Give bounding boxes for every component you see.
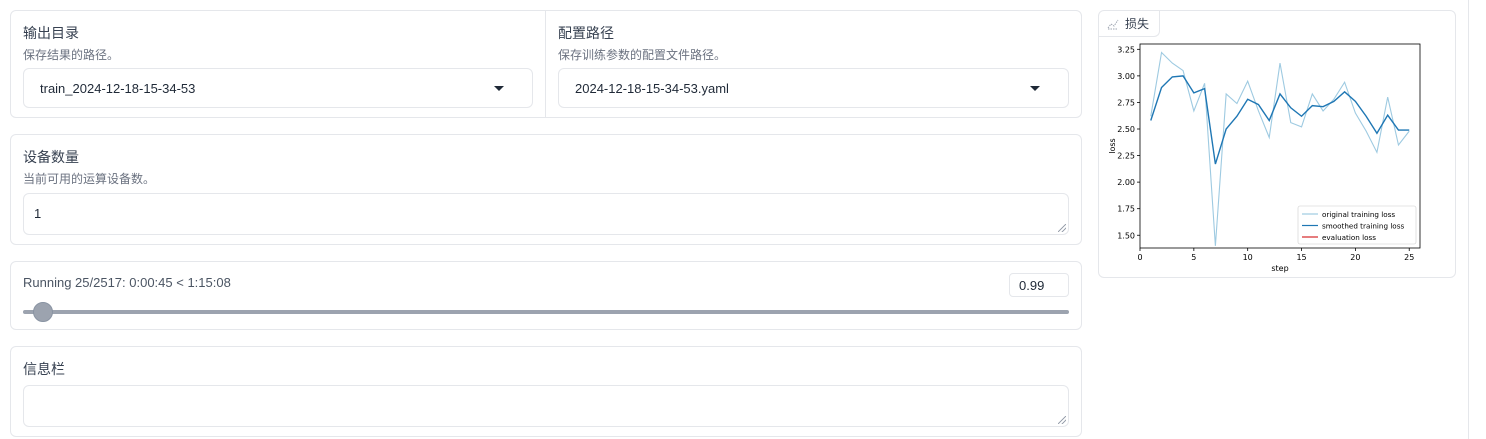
device-count-group: 设备数量 当前可用的运算设备数。 1 (10, 134, 1082, 245)
legend-entry: evaluation loss (1322, 233, 1376, 242)
y-axis-label: loss (1108, 138, 1117, 153)
config-path-info: 保存训练参数的配置文件路径。 (558, 48, 727, 62)
config-path-group: 配置路径 保存训练参数的配置文件路径。 2024-12-18-15-34-53.… (546, 11, 1081, 117)
output-dir-dropdown[interactable]: train_2024-12-18-15-34-53 (23, 68, 533, 108)
y-tick-label: 2.50 (1117, 125, 1135, 134)
x-tick-label: 20 (1350, 253, 1360, 262)
loss-chart: 0 5 10 15 20 25 1.50 1.75 2.00 2.25 2.50 2.75 3.00 3.… (1108, 43, 1421, 273)
device-count-field[interactable]: 1 (23, 193, 1069, 235)
info-box-field[interactable] (23, 385, 1069, 427)
config-path-dropdown[interactable]: 2024-12-18-15-34-53.yaml (558, 68, 1069, 108)
x-tick-label: 25 (1404, 253, 1414, 262)
plot-tab-label: 损失 (1125, 17, 1150, 31)
y-tick-label: 2.25 (1117, 152, 1135, 161)
y-tick-label: 3.00 (1117, 72, 1135, 81)
loss-plot-panel: 损失 0 5 10 15 20 25 1.50 1.75 2.00 2.25 2.50 2.75 3.0… (1098, 10, 1456, 278)
device-count-label: 设备数量 (23, 149, 79, 165)
y-tick-label: 1.50 (1117, 231, 1135, 240)
info-box-group: 信息栏 (10, 346, 1082, 437)
y-tick-label: 2.75 (1117, 98, 1135, 107)
progress-group: Running 25/2517: 0:00:45 < 1:15:08 0.99 (10, 261, 1082, 330)
y-tick-label: 3.25 (1117, 45, 1135, 54)
config-path-label: 配置路径 (558, 25, 614, 41)
progress-slider[interactable] (23, 302, 1069, 322)
resize-handle-icon[interactable] (1058, 416, 1066, 424)
progress-status-text: Running 25/2517: 0:00:45 < 1:15:08 (23, 275, 231, 290)
x-tick-label: 5 (1191, 253, 1196, 262)
x-tick-label: 10 (1243, 253, 1253, 262)
info-box-label: 信息栏 (23, 361, 65, 377)
output-dir-label: 输出目录 (23, 25, 79, 41)
x-axis-label: step (1271, 264, 1288, 273)
device-count-value: 1 (34, 206, 42, 221)
legend-entry: original training loss (1322, 210, 1395, 219)
slider-thumb[interactable] (33, 302, 54, 322)
config-path-value: 2024-12-18-15-34-53.yaml (575, 80, 729, 96)
chevron-down-icon (494, 85, 504, 91)
scrollbar-edge (1468, 0, 1469, 439)
x-tick-label: 0 (1137, 253, 1142, 262)
output-dir-info: 保存结果的路径。 (23, 48, 120, 62)
y-tick-label: 1.75 (1117, 205, 1135, 214)
path-settings-row: 输出目录 保存结果的路径。 train_2024-12-18-15-34-53 … (10, 10, 1082, 118)
resize-handle-icon[interactable] (1058, 224, 1066, 232)
output-dir-value: train_2024-12-18-15-34-53 (40, 80, 196, 96)
y-tick-label: 2.00 (1117, 178, 1135, 187)
progress-value-input[interactable]: 0.99 (1009, 273, 1069, 297)
legend-entry: smoothed training loss (1322, 222, 1404, 231)
chart-icon (1107, 19, 1119, 29)
device-count-info: 当前可用的运算设备数。 (23, 172, 156, 186)
output-dir-group: 输出目录 保存结果的路径。 train_2024-12-18-15-34-53 (11, 11, 546, 117)
chevron-down-icon (1030, 85, 1040, 91)
x-tick-label: 15 (1296, 253, 1306, 262)
plot-tab: 损失 (1099, 11, 1161, 37)
